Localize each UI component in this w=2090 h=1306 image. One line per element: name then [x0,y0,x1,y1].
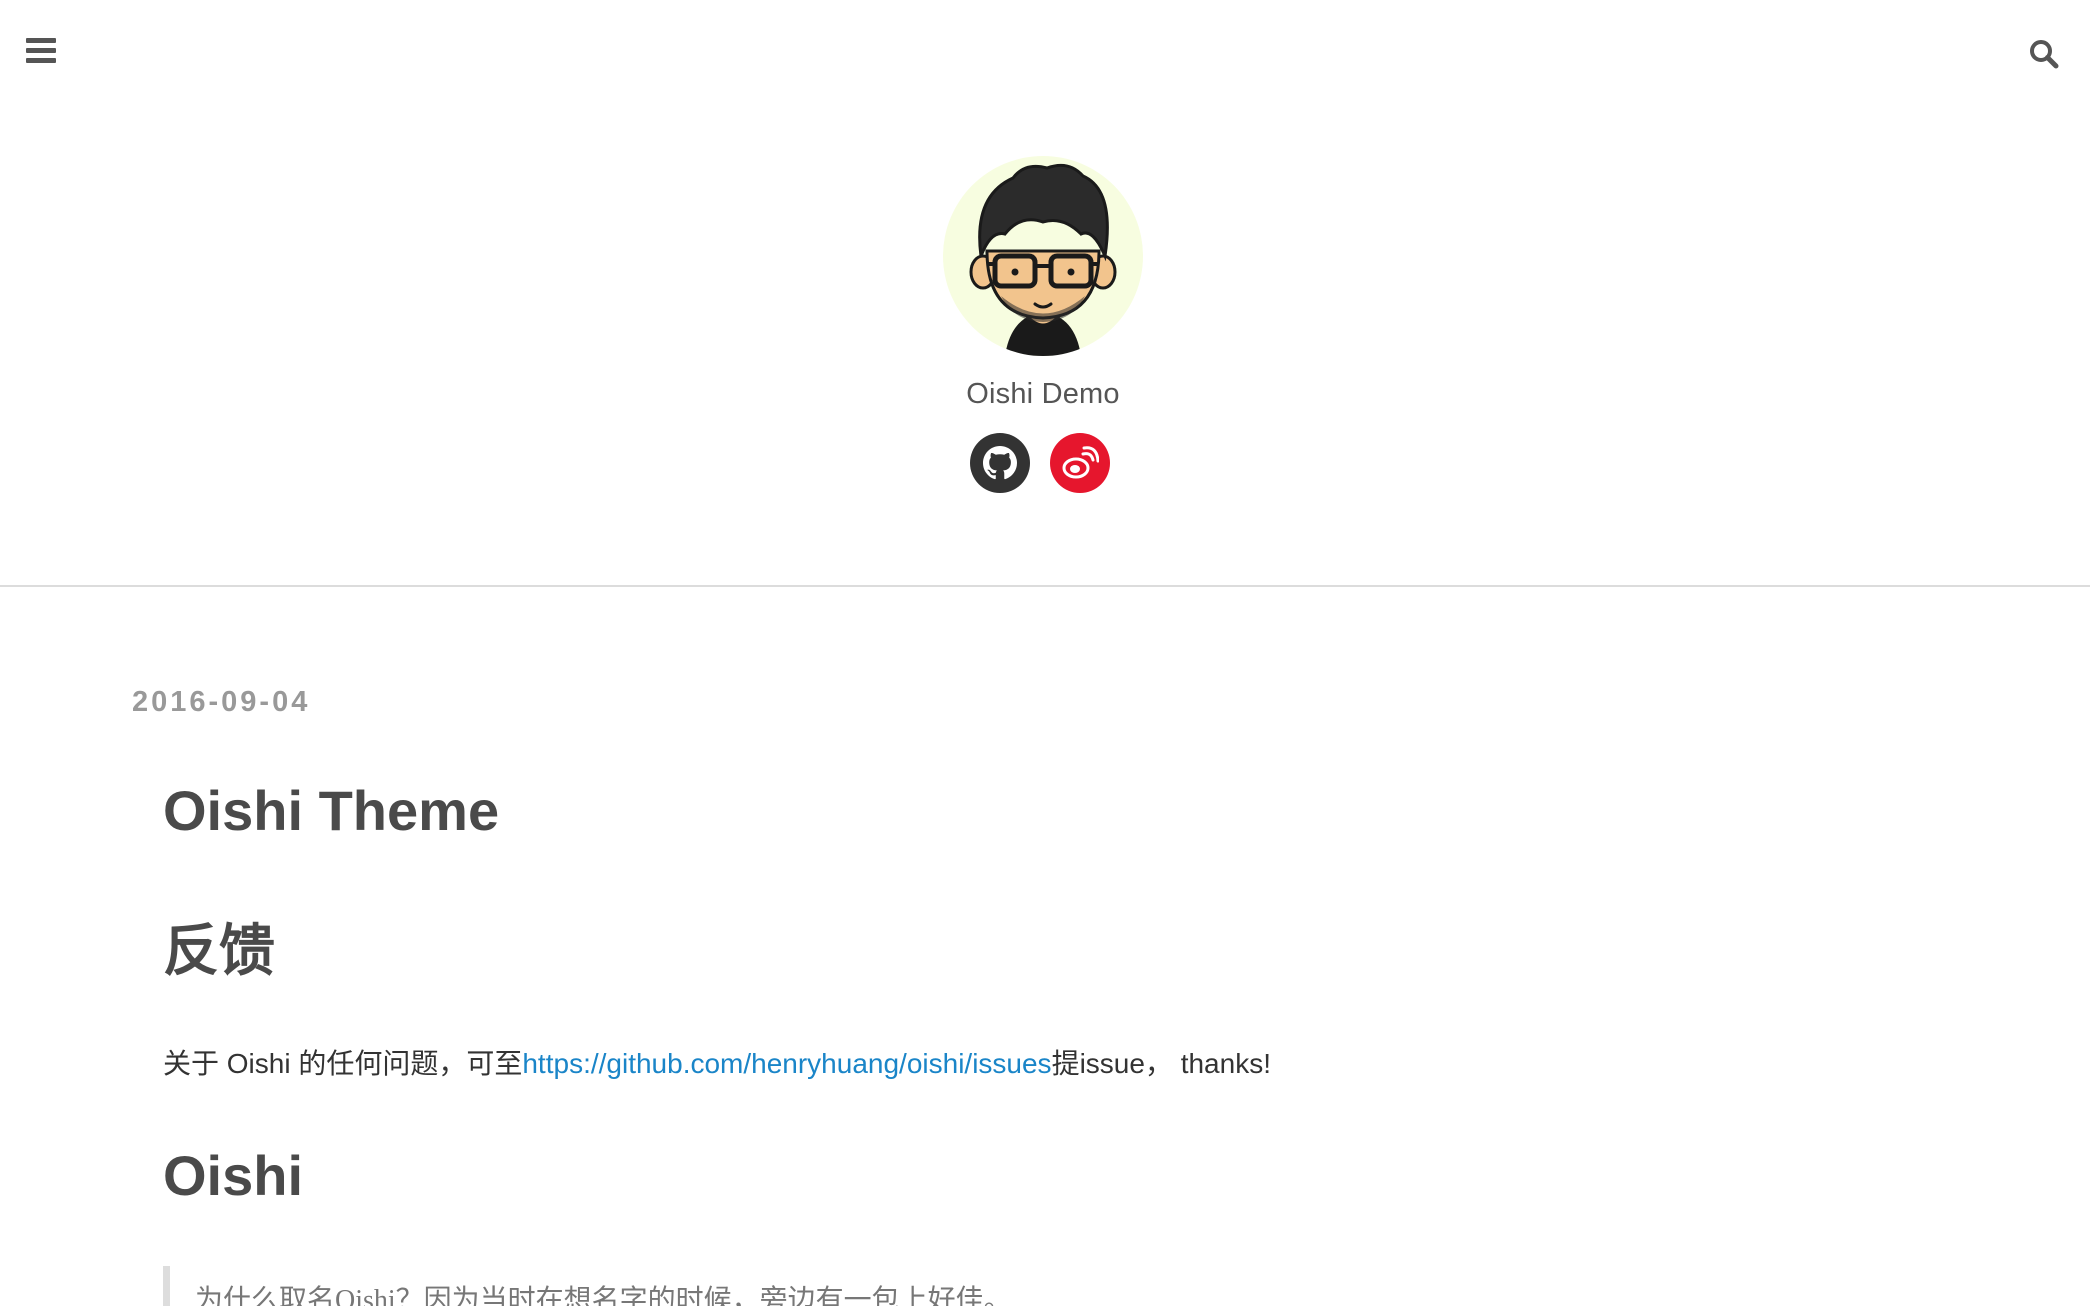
oishi-heading: Oishi [163,1144,304,1207]
feedback-paragraph: 关于 Oishi 的任何问题，可至https://github.com/henr… [163,1042,1271,1082]
weibo-icon [1062,446,1099,479]
avatar-illustration [969,163,1117,356]
weibo-link[interactable] [1050,433,1110,493]
page: Oishi Demo 2016-09-04 Oishi Theme 反馈 关于 … [0,0,2090,1306]
feedback-heading: 反馈 [163,919,275,982]
avatar[interactable] [943,156,1143,356]
issues-link[interactable]: https://github.com/henryhuang/oishi/issu… [522,1048,1051,1079]
site-header: Oishi Demo [0,0,2090,586]
feedback-suffix: 提issue， thanks! [1051,1048,1271,1079]
post-title[interactable]: Oishi Theme [163,778,499,843]
post-date: 2016-09-04 [132,686,311,718]
github-link[interactable] [970,433,1030,493]
github-icon [983,446,1017,480]
header-divider [0,585,2090,587]
name-origin-quote: 为什么取名Oishi？因为当时在想名字的时候，旁边有一包上好佳。 [163,1266,1563,1306]
feedback-prefix: 关于 Oishi 的任何问题，可至 [163,1048,523,1079]
site-name[interactable]: Oishi Demo [0,378,2086,411]
